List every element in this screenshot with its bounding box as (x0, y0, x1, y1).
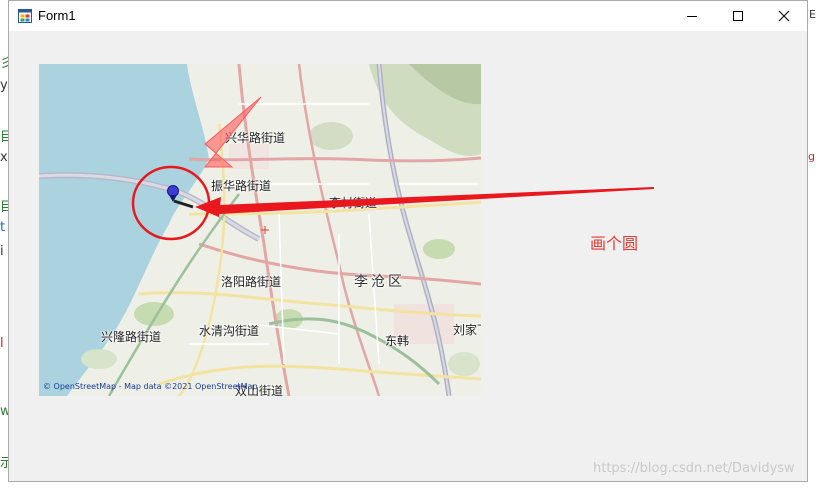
close-icon (778, 10, 790, 22)
map-label: 刘家下 (453, 323, 481, 337)
annotation-text: 画个圆 (590, 234, 639, 253)
map-label: 兴华路街道 (225, 131, 286, 145)
map-label: 兴隆路街道 (101, 330, 162, 344)
minimize-button[interactable] (669, 1, 715, 31)
map-attribution[interactable]: © OpenStreetMap - Map data ©2021 OpenStr… (43, 382, 258, 391)
map-control[interactable]: 兴华路街道 振华路街道 李村街道 洛阳路街道 李沧区 兴隆路街道 水清沟街道 东… (39, 64, 481, 396)
map-tiles (39, 64, 481, 396)
background-glyph: x (0, 150, 8, 165)
form-app-icon (18, 9, 32, 23)
map-label: 李村街道 (329, 196, 378, 210)
background-glyph: t (0, 220, 6, 235)
map-district-label: 李沧区 (354, 274, 405, 290)
maximize-icon (733, 11, 743, 21)
csdn-watermark: https://blog.csdn.net/Davidysw (593, 461, 795, 476)
background-glyph: l (0, 336, 4, 351)
maximize-button[interactable] (715, 1, 761, 31)
background-glyph: i (0, 244, 4, 259)
map-label: 振华路街道 (211, 179, 272, 193)
map-label: 东韩 (385, 334, 410, 348)
map-label: 洛阳路街道 (221, 275, 282, 289)
background-editor-right (808, 0, 816, 489)
form-window: Form1 兴华路街道 振华路街道 李村街道 洛阳路街道 李沧区 兴隆路街道 水… (8, 0, 808, 482)
window-title: Form1 (38, 8, 76, 23)
minimize-icon (687, 16, 697, 17)
map-label: 水清沟街道 (199, 324, 260, 338)
background-glyph: Ev (809, 8, 816, 21)
close-button[interactable] (761, 1, 807, 31)
background-glyph: g (808, 150, 815, 163)
background-glyph: y (0, 78, 8, 93)
title-bar[interactable]: Form1 (9, 1, 807, 31)
